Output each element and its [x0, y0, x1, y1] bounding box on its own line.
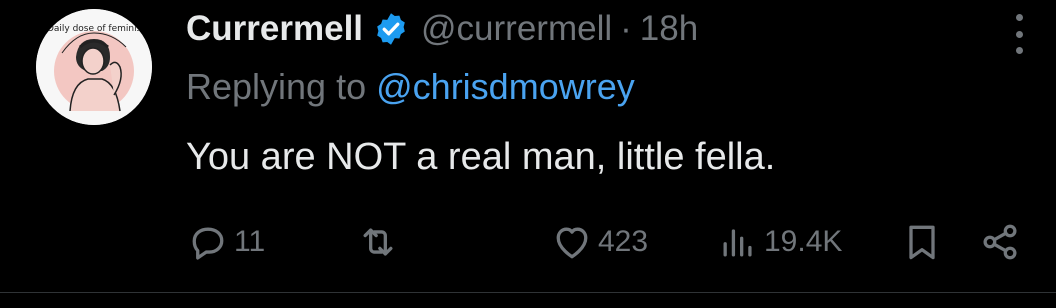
like-count: 423 [598, 225, 649, 258]
bookmark-button[interactable] [900, 220, 944, 264]
action-bar: 11 423 19.4K [186, 220, 1036, 264]
reply-count: 11 [234, 225, 266, 258]
more-vertical-icon[interactable] [1004, 14, 1034, 54]
views-button[interactable]: 19.4K [716, 220, 842, 264]
verified-badge-icon [373, 11, 409, 47]
display-name[interactable]: Currermell [186, 9, 363, 49]
views-chart-icon [723, 229, 752, 257]
tweet[interactable]: A Daily dose of feminism Currermell @cur… [0, 0, 1056, 292]
divider [0, 292, 1056, 293]
user-handle[interactable]: @currermell [421, 9, 612, 49]
timestamp[interactable]: 18h [640, 9, 698, 49]
mention-link[interactable]: @chrisdmowrey [376, 66, 635, 107]
share-icon [983, 224, 1017, 260]
tweet-text: You are NOT a real man, little fella. [186, 136, 776, 178]
avatar[interactable]: A Daily dose of feminism [36, 9, 152, 125]
retweet-icon [363, 228, 393, 256]
reply-button[interactable]: 11 [186, 220, 265, 264]
avatar-caption: A Daily dose of feminism [38, 24, 150, 34]
reply-icon [192, 227, 224, 260]
views-count: 19.4K [764, 225, 843, 258]
separator-dot: · [620, 9, 632, 48]
replying-to: Replying to @chrisdmowrey [186, 66, 635, 108]
tweet-header: Currermell @currermell · 18h [186, 4, 698, 54]
avatar-image: A Daily dose of feminism [36, 9, 152, 125]
heart-icon [556, 227, 588, 259]
like-button[interactable]: 423 [550, 220, 648, 264]
share-button[interactable] [978, 220, 1022, 264]
replying-to-label: Replying to [186, 66, 367, 107]
bookmark-icon [909, 225, 935, 260]
retweet-button[interactable] [356, 220, 404, 264]
